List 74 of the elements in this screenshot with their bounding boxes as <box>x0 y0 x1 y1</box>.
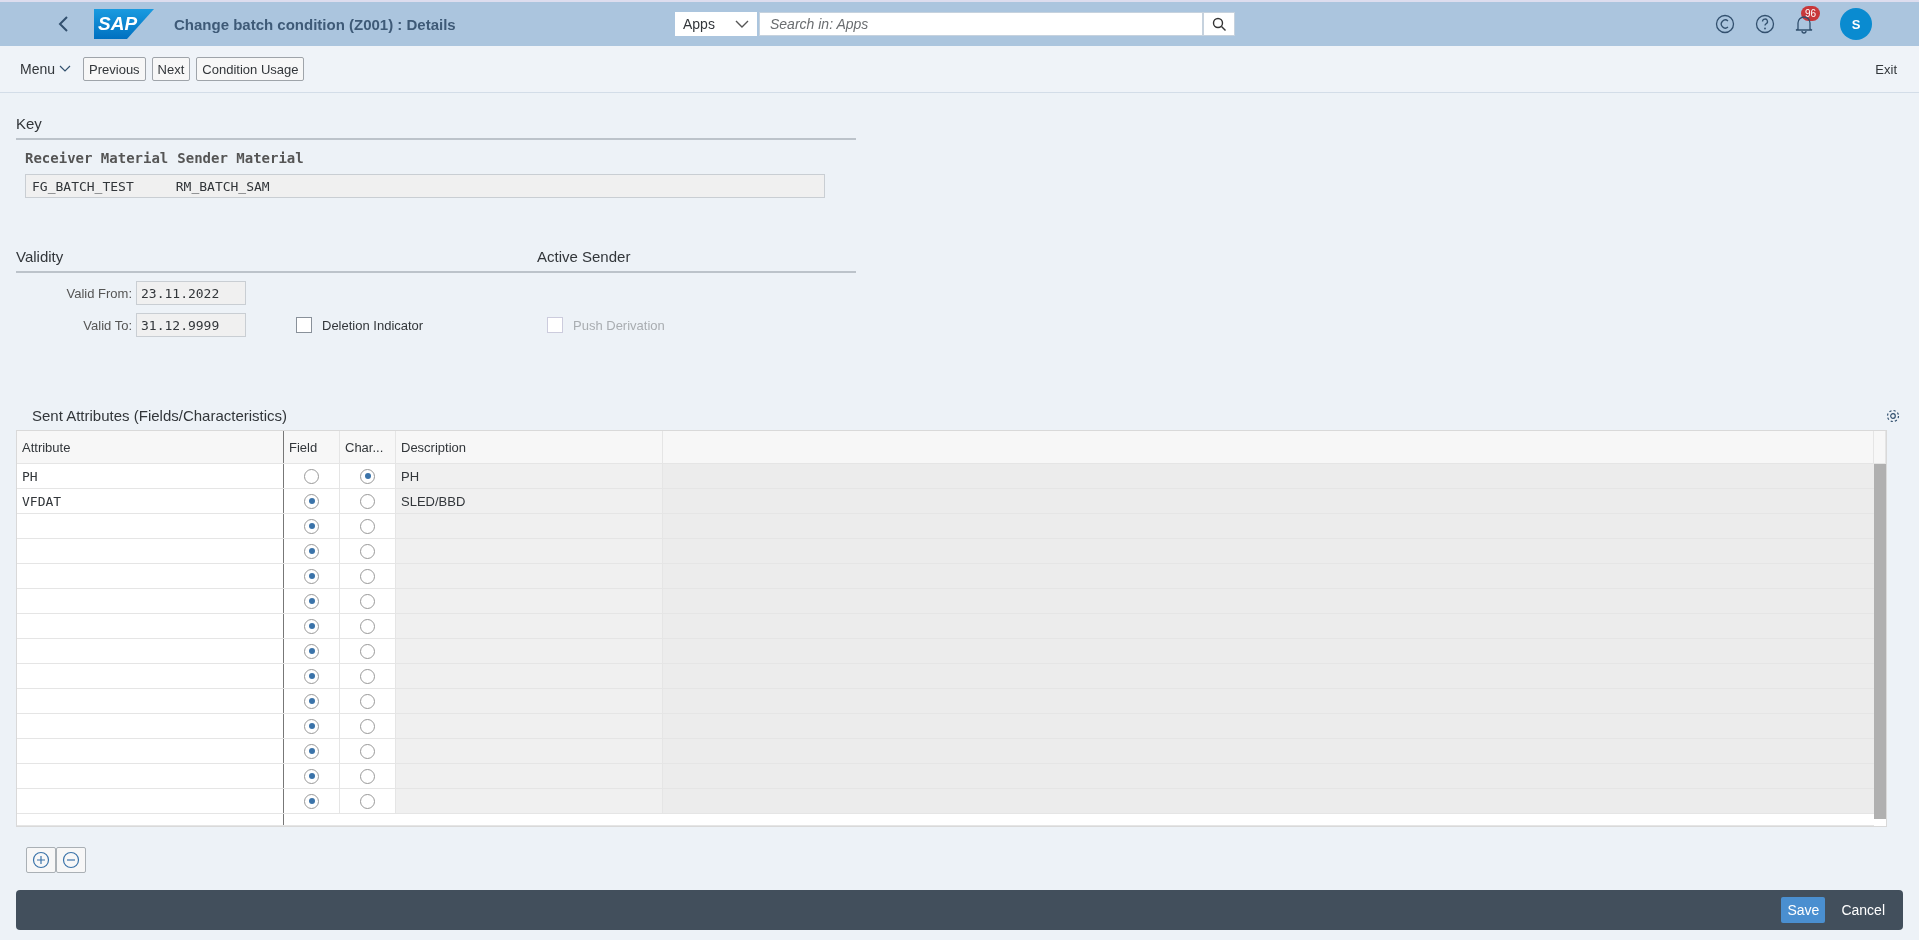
minus-icon <box>62 851 80 869</box>
menu-button[interactable]: Menu <box>20 61 72 77</box>
toolbar-button[interactable]: Next <box>151 57 191 81</box>
radio-button[interactable] <box>360 518 375 534</box>
section-title: Active Sender <box>537 248 631 265</box>
radio-button[interactable] <box>360 568 375 584</box>
radio-button[interactable] <box>304 793 319 809</box>
table-cell: PH <box>396 464 663 488</box>
table-cell: SLED/BBD <box>396 489 663 513</box>
radio-button[interactable] <box>304 743 319 759</box>
chevron-down-icon <box>735 19 749 29</box>
chevron-down-icon <box>59 65 72 73</box>
radio-button[interactable] <box>304 668 319 684</box>
radio-button[interactable] <box>304 468 319 484</box>
radio-button[interactable] <box>360 643 375 659</box>
radio-button[interactable] <box>304 768 319 784</box>
column-header: Sender Material <box>177 150 304 166</box>
radio-button[interactable] <box>304 693 319 709</box>
key-value: RM_BATCH_SAM <box>175 178 270 194</box>
copyright-icon[interactable] <box>1714 14 1735 34</box>
radio-button[interactable] <box>304 643 319 659</box>
radio-button[interactable] <box>360 618 375 634</box>
scope-dropdown[interactable]: Apps <box>675 12 757 36</box>
logo: SAP <box>94 9 154 39</box>
section-title: Key <box>16 115 42 132</box>
radio-button[interactable] <box>360 468 375 484</box>
settings-icon[interactable] <box>1885 407 1901 424</box>
help-icon[interactable] <box>1754 14 1775 34</box>
radio-button[interactable] <box>304 543 319 559</box>
table-title: Sent Attributes (Fields/Characteristics) <box>32 407 288 424</box>
key-value: FG_BATCH_TEST <box>32 178 134 194</box>
radio-button[interactable] <box>360 718 375 734</box>
radio-button[interactable] <box>304 568 319 584</box>
table-cell: PH <box>22 468 38 484</box>
search-field[interactable]: Search in: Apps <box>759 12 1203 36</box>
date-field[interactable]: 23.11.2022 <box>136 281 246 305</box>
column-header[interactable]: Description <box>396 431 663 463</box>
section-title: Validity <box>16 248 65 265</box>
radio-button[interactable] <box>360 793 375 809</box>
column-header[interactable]: Attribute <box>17 431 284 463</box>
column-header[interactable]: Field <box>284 431 340 463</box>
search-icon <box>1212 17 1226 31</box>
search-button[interactable] <box>1203 12 1235 36</box>
radio-button[interactable] <box>304 518 319 534</box>
radio-button[interactable] <box>360 668 375 684</box>
radio-button[interactable] <box>360 493 375 509</box>
cancel-button[interactable]: Cancel <box>1835 901 1891 919</box>
add-row-button[interactable] <box>26 847 56 873</box>
notification-badge: 96 <box>1800 5 1820 21</box>
radio-button[interactable] <box>360 743 375 759</box>
remove-row-button[interactable] <box>56 847 86 873</box>
radio-button[interactable] <box>360 693 375 709</box>
column-header[interactable]: Char... <box>340 431 396 463</box>
radio-button[interactable] <box>304 593 319 609</box>
column-header: Receiver Material <box>25 150 169 166</box>
toolbar-button[interactable]: Previous <box>83 57 146 81</box>
page-title: Change batch condition (Z001) : Details <box>174 15 457 33</box>
date-field[interactable]: 31.12.9999 <box>136 313 246 337</box>
table-cell: VFDAT <box>22 493 62 509</box>
radio-button[interactable] <box>360 543 375 559</box>
radio-button[interactable] <box>360 768 375 784</box>
exit-button[interactable]: Exit <box>1869 60 1903 78</box>
radio-button[interactable] <box>304 718 319 734</box>
radio-button[interactable] <box>360 593 375 609</box>
checkbox-label: Deletion Indicator <box>322 317 424 333</box>
checkbox-label: Push Derivation <box>573 317 665 333</box>
radio-button[interactable] <box>304 618 319 634</box>
field-label: Valid To: <box>82 317 133 333</box>
toolbar-button[interactable]: Condition Usage <box>196 57 305 81</box>
plus-icon <box>32 851 50 869</box>
checkbox[interactable] <box>296 317 312 333</box>
user-avatar[interactable]: S <box>1840 8 1872 40</box>
radio-button[interactable] <box>304 493 319 509</box>
field-label: Valid From: <box>65 285 133 301</box>
